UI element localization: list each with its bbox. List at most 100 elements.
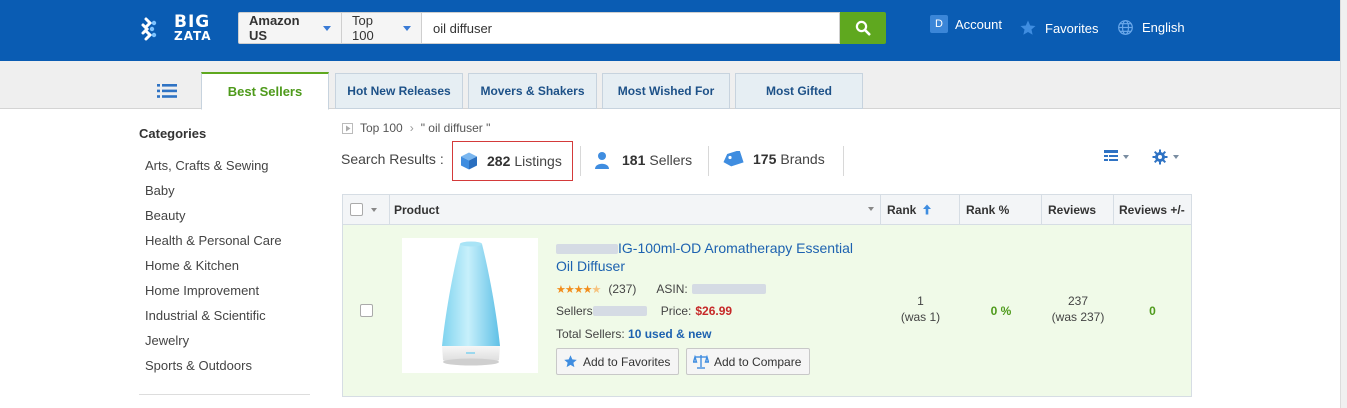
bigzata-logo-icon — [141, 17, 157, 41]
blurred-seller — [592, 306, 647, 316]
category-item[interactable]: Beauty — [145, 207, 282, 232]
sellers-label: Sellers — [649, 152, 693, 168]
sellers-count-tab[interactable]: 181 Sellers — [594, 151, 692, 169]
gear-icon — [1152, 149, 1168, 165]
row-select-checkbox[interactable] — [360, 304, 373, 317]
product-header-label: Product — [394, 202, 440, 217]
star-rating: ★ ★ ★ ★ ★ — [556, 283, 602, 296]
star-icon: ★ — [582, 283, 593, 296]
language-select[interactable]: English — [1117, 19, 1185, 36]
category-list: Arts, Crafts & Sewing Baby Beauty Health… — [145, 157, 282, 382]
reviews-cell: 237 (was 237) — [1042, 293, 1114, 325]
divider — [843, 146, 844, 176]
rank-header-label: Rank — [887, 202, 917, 217]
categories-title: Categories — [139, 126, 207, 141]
chevron-down-icon — [403, 25, 411, 31]
column-header-reviews[interactable]: Reviews — [1042, 195, 1114, 224]
person-icon — [595, 152, 609, 169]
search-results-label: Search Results : — [341, 151, 444, 167]
add-to-compare-button[interactable]: Add to Compare — [686, 348, 811, 375]
breadcrumb-query: " oil diffuser " — [420, 121, 491, 135]
column-header-rank-percent[interactable]: Rank % — [960, 195, 1042, 224]
blurred-asin — [691, 284, 766, 294]
scale-icon — [693, 354, 709, 369]
listings-label: Listings — [514, 153, 562, 169]
breadcrumb-root[interactable]: Top 100 — [360, 121, 403, 135]
site-logo[interactable]: BIG ZATA — [140, 12, 212, 46]
tab-best-sellers[interactable]: Best Sellers — [201, 72, 329, 110]
logo-text: BIG ZATA — [174, 12, 212, 44]
review-count[interactable]: (237) — [608, 282, 636, 296]
category-item[interactable]: Baby — [145, 182, 282, 207]
product-title-link[interactable]: IG-100ml-OD Aromatherapy Essential Oil D… — [556, 239, 866, 275]
brands-label: Brands — [780, 151, 825, 167]
star-icon: ★ — [573, 283, 584, 296]
breadcrumb-home-icon[interactable] — [342, 122, 353, 134]
divider — [580, 146, 581, 176]
search-input[interactable] — [422, 12, 840, 44]
marketplace-select[interactable]: Amazon US — [238, 12, 342, 44]
product-image[interactable] — [402, 238, 538, 373]
page-scrollbar[interactable] — [1340, 0, 1347, 408]
column-header-product[interactable]: Product — [390, 195, 881, 224]
category-item[interactable]: Sports & Outdoors — [145, 357, 282, 382]
blurred-brand — [556, 244, 618, 255]
list-menu-icon[interactable] — [157, 84, 177, 98]
table-view-toggle[interactable] — [1104, 150, 1129, 163]
tab-movers-shakers[interactable]: Movers & Shakers — [468, 73, 597, 109]
language-label: English — [1142, 20, 1185, 35]
category-item[interactable]: Health & Personal Care — [145, 232, 282, 257]
category-item[interactable]: Arts, Crafts & Sewing — [145, 157, 282, 182]
sellers-count: 181 — [622, 152, 646, 168]
rank-percent-header-label: Rank % — [966, 202, 1010, 217]
results-table-header: Product Rank Rank % Reviews Reviews +/- — [342, 194, 1192, 225]
favorites-link[interactable]: Favorites — [1019, 19, 1098, 37]
category-item[interactable]: Home Improvement — [145, 282, 282, 307]
table-row: IG-100ml-OD Aromatherapy Essential Oil D… — [342, 225, 1192, 397]
list-type-select[interactable]: Top 100 — [342, 12, 422, 44]
account-menu[interactable]: D Account — [930, 15, 1002, 33]
tab-hot-new-releases[interactable]: Hot New Releases — [335, 73, 463, 109]
globe-icon — [1118, 20, 1133, 35]
tab-most-gifted[interactable]: Most Gifted — [735, 73, 863, 109]
list-type-select-value: Top 100 — [352, 13, 374, 43]
rank-cell: 1 (was 1) — [881, 293, 960, 325]
sellers-label: Sellers — [556, 304, 593, 318]
reviews-delta-header-label: Reviews +/- — [1119, 202, 1185, 217]
select-all-checkbox[interactable] — [350, 203, 363, 216]
account-avatar: D — [930, 15, 948, 33]
column-header-reviews-delta[interactable]: Reviews +/- — [1114, 195, 1191, 224]
star-icon: ★ — [564, 283, 575, 296]
search-button[interactable] — [840, 12, 886, 44]
rank-previous: (was 1) — [900, 310, 941, 324]
tag-icon — [723, 151, 744, 167]
star-icon — [1020, 20, 1036, 35]
price-value: $26.99 — [695, 304, 733, 318]
listings-count: 282 — [487, 153, 511, 169]
chevron-down-icon — [1123, 154, 1129, 159]
total-sellers-line: Total Sellers: 10 used & new — [556, 327, 711, 341]
favorites-label: Favorites — [1045, 20, 1099, 36]
category-item[interactable]: Jewelry — [145, 332, 282, 357]
category-item[interactable]: Industrial & Scientific — [145, 307, 282, 332]
search-icon — [855, 20, 871, 36]
column-header-rank[interactable]: Rank — [881, 195, 960, 224]
total-sellers-label: Total Sellers: — [556, 327, 625, 341]
category-item[interactable]: Home & Kitchen — [145, 257, 282, 282]
brands-count-tab[interactable]: 175 Brands — [722, 151, 825, 167]
total-sellers-link[interactable]: 10 used & new — [628, 327, 711, 341]
add-to-favorites-label: Add to Favorites — [583, 354, 671, 369]
chevron-down-icon — [1173, 155, 1179, 159]
rating-line: ★ ★ ★ ★ ★ (237) ASIN: — [556, 282, 766, 296]
listings-count-tab[interactable]: 282 Listings — [452, 141, 573, 181]
marketplace-select-value: Amazon US — [249, 13, 300, 43]
logo-line1: BIG — [174, 12, 211, 32]
rank-value: 1 — [917, 294, 924, 308]
tab-most-wished-for[interactable]: Most Wished For — [602, 73, 730, 109]
add-to-favorites-button[interactable]: Add to Favorites — [556, 348, 680, 375]
chevron-down-icon[interactable] — [371, 207, 377, 212]
reviews-value: 237 — [1067, 294, 1089, 308]
star-half-icon: ★ — [591, 283, 602, 296]
settings-toggle[interactable] — [1152, 149, 1179, 165]
chevron-down-icon[interactable] — [868, 207, 874, 211]
